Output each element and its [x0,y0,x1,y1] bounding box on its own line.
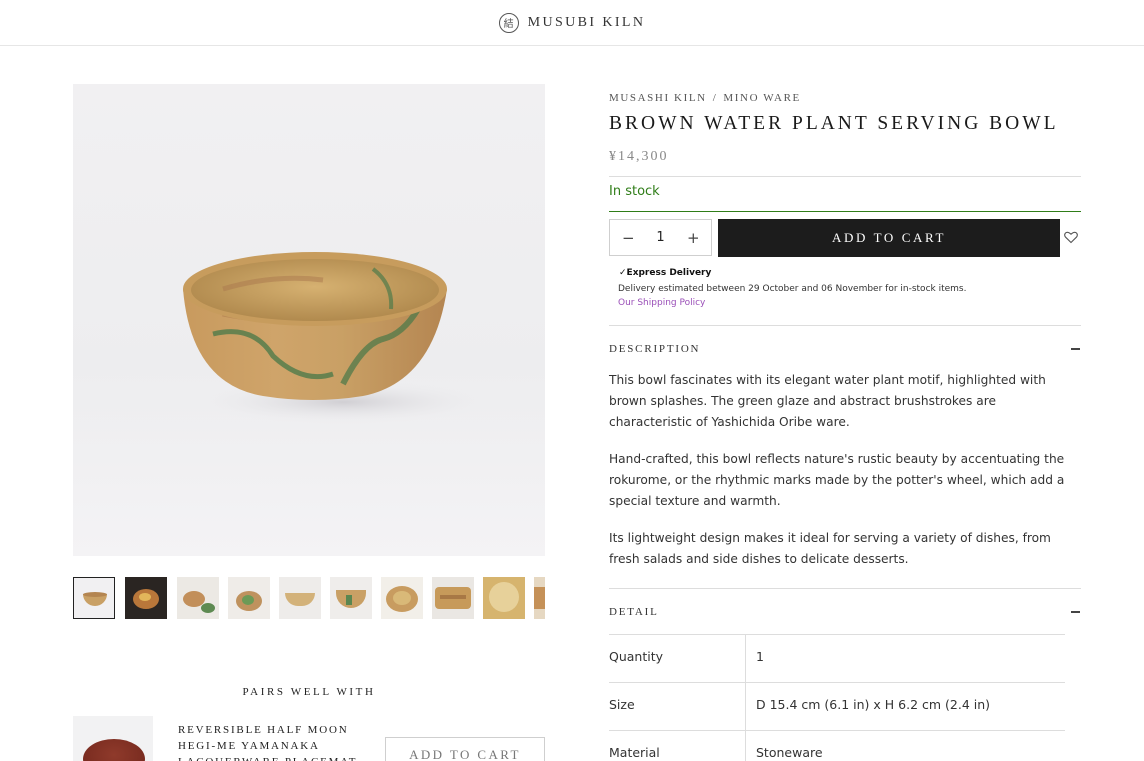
brand-logo[interactable]: 結 MUSUBI KILN [498,12,646,33]
description-paragraph-2: Hand-crafted, this bowl reflects nature'… [609,452,1065,508]
collapse-icon [1071,611,1080,613]
pairs-well-with-heading: PAIRS WELL WITH [242,686,376,698]
description-paragraph-1: This bowl fascinates with its elegant wa… [609,373,1046,429]
detail-row: Quantity 1 [609,634,1065,683]
thumbnail-strip [73,577,545,620]
quantity-decrease-button[interactable]: − [622,229,635,247]
thumbnail-8[interactable] [432,577,474,619]
detail-key: Quantity [609,649,664,664]
thumbnail-10[interactable] [534,577,545,619]
add-to-cart-button[interactable]: ADD TO CART [718,219,1060,257]
breadcrumb: MUSASHI KILN / MINO WARE [609,92,801,104]
product-title: BROWN WATER PLANT SERVING BOWL [609,113,1059,134]
placemat-photo [83,739,145,761]
breadcrumb-separator: / [712,92,718,104]
cell-divider [745,635,746,683]
detail-table: Quantity 1 Size D 15.4 cm (6.1 in) x H 6… [609,634,1065,761]
express-delivery-label: ✓Express Delivery [619,268,712,278]
detail-row: Material Stoneware [609,730,1065,761]
divider [609,325,1081,326]
thumbnail-7[interactable] [381,577,423,619]
rokurome-term: rokurome [609,473,668,487]
detail-value: 1 [756,649,764,664]
breadcrumb-ware[interactable]: MINO WARE [723,92,800,104]
cell-divider [745,683,746,731]
thumbnail-3[interactable] [177,577,219,619]
quantity-increase-button[interactable]: + [687,229,700,247]
product-price: ¥14,300 [609,149,669,164]
detail-key: Size [609,697,635,712]
thumbnail-9[interactable] [483,577,525,619]
detail-heading: DETAIL [609,606,659,618]
thumbnail-1[interactable] [73,577,115,619]
cell-divider [745,731,746,761]
quantity-input[interactable]: 1 [646,230,676,245]
detail-toggle[interactable]: DETAIL [609,606,1081,618]
collapse-icon [1071,348,1080,350]
divider [609,176,1081,177]
description-toggle[interactable]: DESCRIPTION [609,343,1081,355]
pair-product-name[interactable]: REVERSIBLE HALF MOON HEGI-ME YAMANAKA LA… [178,722,368,761]
brand-name: MUSUBI KILN [527,14,646,30]
logo-mark-icon: 結 [498,12,519,33]
bowl-photo [183,252,493,424]
breadcrumb-kiln[interactable]: MUSASHI KILN [609,92,707,104]
stock-status: In stock [609,184,660,199]
detail-value: Stoneware [756,745,823,760]
delivery-estimate: Delivery estimated between 29 October an… [618,284,967,294]
description-heading: DESCRIPTION [609,343,701,355]
description-paragraph-3: Its lightweight design makes it ideal fo… [609,531,1051,566]
quantity-stepper: − 1 + [609,219,712,256]
detail-row: Size D 15.4 cm (6.1 in) x H 6.2 cm (2.4 … [609,682,1065,731]
detail-key: Material [609,745,660,760]
pair-add-to-cart-button[interactable]: ADD TO CART [385,737,545,761]
site-header: 結 MUSUBI KILN [0,0,1144,46]
thumbnail-5[interactable] [279,577,321,619]
shipping-policy-link[interactable]: Our Shipping Policy [618,298,705,308]
thumbnail-4[interactable] [228,577,270,619]
thumbnail-6[interactable] [330,577,372,619]
stock-underline [609,211,1081,212]
divider [609,588,1081,589]
heart-icon[interactable] [1063,229,1079,245]
product-main-image[interactable] [73,84,545,556]
detail-value: D 15.4 cm (6.1 in) x H 6.2 cm (2.4 in) [756,697,991,712]
pair-product-image[interactable] [73,716,153,761]
thumbnail-2[interactable] [125,577,167,619]
